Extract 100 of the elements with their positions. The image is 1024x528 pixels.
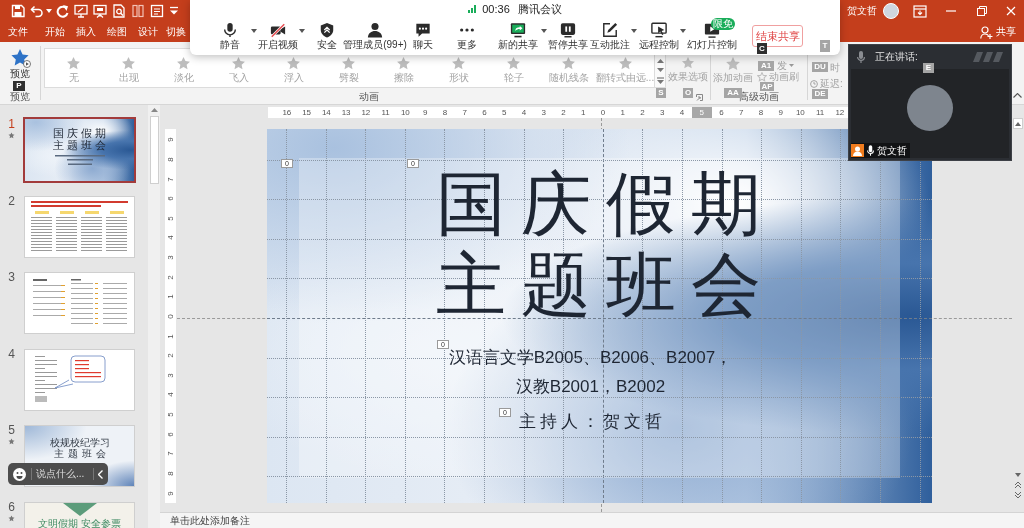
slide-subtitle: 汉教B2001，B2002	[515, 376, 666, 398]
presenter-screen-icon[interactable]	[73, 4, 88, 18]
meeting-timer: 00:36	[482, 3, 510, 15]
chevron-left-icon[interactable]	[98, 469, 103, 479]
slide-thumbnail[interactable]: 文明假期 安全参票	[24, 501, 135, 528]
keytip: S	[656, 88, 666, 98]
slide-host-line: 主持人：贺文哲	[518, 411, 666, 433]
timing-label: 时	[830, 62, 840, 73]
camera-off-icon	[270, 22, 286, 38]
ruler-number: 9	[421, 107, 429, 118]
timing-label: 延迟:	[820, 78, 843, 89]
ruler-number: 10	[794, 107, 806, 118]
ruler-number: 11	[380, 107, 391, 118]
ruler-number: 2	[166, 274, 175, 280]
avatar-placeholder[interactable]	[883, 3, 899, 19]
ruler-number: 2	[639, 107, 646, 118]
speaker-name: 贺文哲	[877, 144, 907, 157]
scroll-down-icon[interactable]	[1015, 473, 1021, 477]
microphone-icon	[857, 51, 865, 63]
annotate-button[interactable]: 互动批注	[590, 18, 630, 51]
ribbon-tab[interactable]: 切换	[163, 22, 189, 42]
dropdown-caret-icon[interactable]	[680, 29, 686, 33]
customize-icon[interactable]	[169, 6, 179, 16]
redo-icon[interactable]	[54, 4, 69, 18]
dropdown-caret-icon[interactable]	[541, 29, 547, 33]
star-icon	[681, 56, 695, 70]
scroll-down-icon[interactable]	[656, 68, 664, 72]
share-button[interactable]: 共享	[980, 25, 1016, 39]
ribbon-tab[interactable]: 绘图	[101, 22, 133, 42]
microphone-icon	[867, 145, 874, 156]
ribbon-tab[interactable]: 文件	[2, 22, 34, 42]
star-icon	[725, 56, 741, 72]
save-icon[interactable]	[10, 4, 25, 18]
thumbnail-title: 国庆假期	[52, 127, 109, 139]
chat-dialog[interactable]: 说点什么...	[8, 463, 108, 485]
ruler-number: 4	[678, 107, 686, 118]
ribbon-tab[interactable]: 设计	[132, 22, 164, 42]
columns-icon[interactable]	[130, 4, 145, 18]
scroll-up-icon[interactable]	[656, 59, 664, 63]
scroll-up-icon[interactable]	[150, 108, 158, 112]
microphone-icon	[222, 22, 238, 38]
smiley-icon[interactable]	[13, 467, 26, 481]
ruler-number: 6	[481, 107, 488, 118]
dropdown-caret-icon[interactable]	[631, 29, 637, 33]
mute-button[interactable]: 静音	[210, 18, 250, 51]
ruler-number: 1	[166, 294, 175, 300]
ruler-number: 7	[461, 107, 468, 118]
scroll-up-icon[interactable]	[1015, 121, 1021, 126]
slide-title: 国庆假期	[435, 164, 776, 245]
ruler-number: 3	[166, 255, 175, 260]
slide-number: 6	[8, 499, 15, 514]
ribbon-tab[interactable]: 插入	[70, 22, 102, 42]
projector-screen-icon[interactable]	[92, 4, 107, 18]
caret-icon[interactable]	[46, 9, 52, 13]
new-share-button[interactable]: 新的共享	[496, 18, 540, 51]
form-icon[interactable]	[149, 4, 164, 18]
star-icon	[506, 56, 521, 71]
star-icon	[561, 56, 576, 71]
keytip: C	[757, 43, 767, 54]
keytip: DE	[812, 89, 828, 99]
ribbon-options-icon[interactable]	[913, 4, 927, 18]
triangle-drawing	[62, 502, 97, 516]
keytip: O	[683, 88, 693, 98]
chat-input-field[interactable]: 说点什么...	[36, 468, 90, 480]
restore-icon[interactable]	[977, 6, 987, 16]
preview-button[interactable]: 预览	[9, 48, 31, 80]
more-icon[interactable]	[656, 77, 664, 84]
star-icon	[231, 56, 246, 71]
chat-button[interactable]: 聊天	[408, 18, 438, 51]
document-search-icon[interactable]	[111, 4, 126, 18]
members-button[interactable]: 管理成员(99+)	[342, 18, 408, 51]
ribbon-tab[interactable]: 开始	[39, 22, 71, 42]
ruler-number: 6	[718, 107, 725, 118]
close-icon[interactable]	[1005, 6, 1016, 16]
dialog-launcher-icon[interactable]	[696, 93, 703, 101]
ruler-number: 0	[166, 314, 175, 319]
scrollbar-thumb[interactable]	[149, 116, 159, 184]
ruler-number: 1	[619, 107, 626, 118]
undo-icon[interactable]	[29, 4, 44, 18]
dropdown-caret-icon[interactable]	[251, 29, 257, 33]
previous-slide-icon[interactable]	[1015, 482, 1021, 488]
ruler-number: 9	[166, 490, 175, 496]
dropdown-caret-icon[interactable]	[299, 29, 305, 33]
slide-control-button[interactable]: 限免 幻灯片控制	[687, 18, 737, 51]
slide-number: 2	[8, 193, 15, 208]
remote-control-button[interactable]: 远程控制	[639, 18, 679, 51]
pause-share-button[interactable]: 暂停共享	[548, 18, 588, 51]
ruler-number: 7	[166, 176, 175, 182]
collapse-chevron-icon[interactable]	[1013, 93, 1022, 98]
slide-number: 4	[8, 346, 15, 361]
ruler-number: 16	[281, 107, 293, 118]
video-button[interactable]: 开启视频	[258, 18, 298, 51]
slide-thumbnail[interactable]: 国庆假期 主题班会	[23, 117, 136, 183]
ruler-number: 10	[399, 107, 411, 118]
keytip: T	[820, 40, 830, 52]
star-icon	[176, 56, 191, 71]
security-button[interactable]: 安全	[312, 18, 342, 51]
next-slide-icon[interactable]	[1015, 492, 1021, 498]
more-button[interactable]: 更多	[452, 18, 482, 51]
notes-field[interactable]: 单击此处添加备注	[160, 512, 1024, 528]
